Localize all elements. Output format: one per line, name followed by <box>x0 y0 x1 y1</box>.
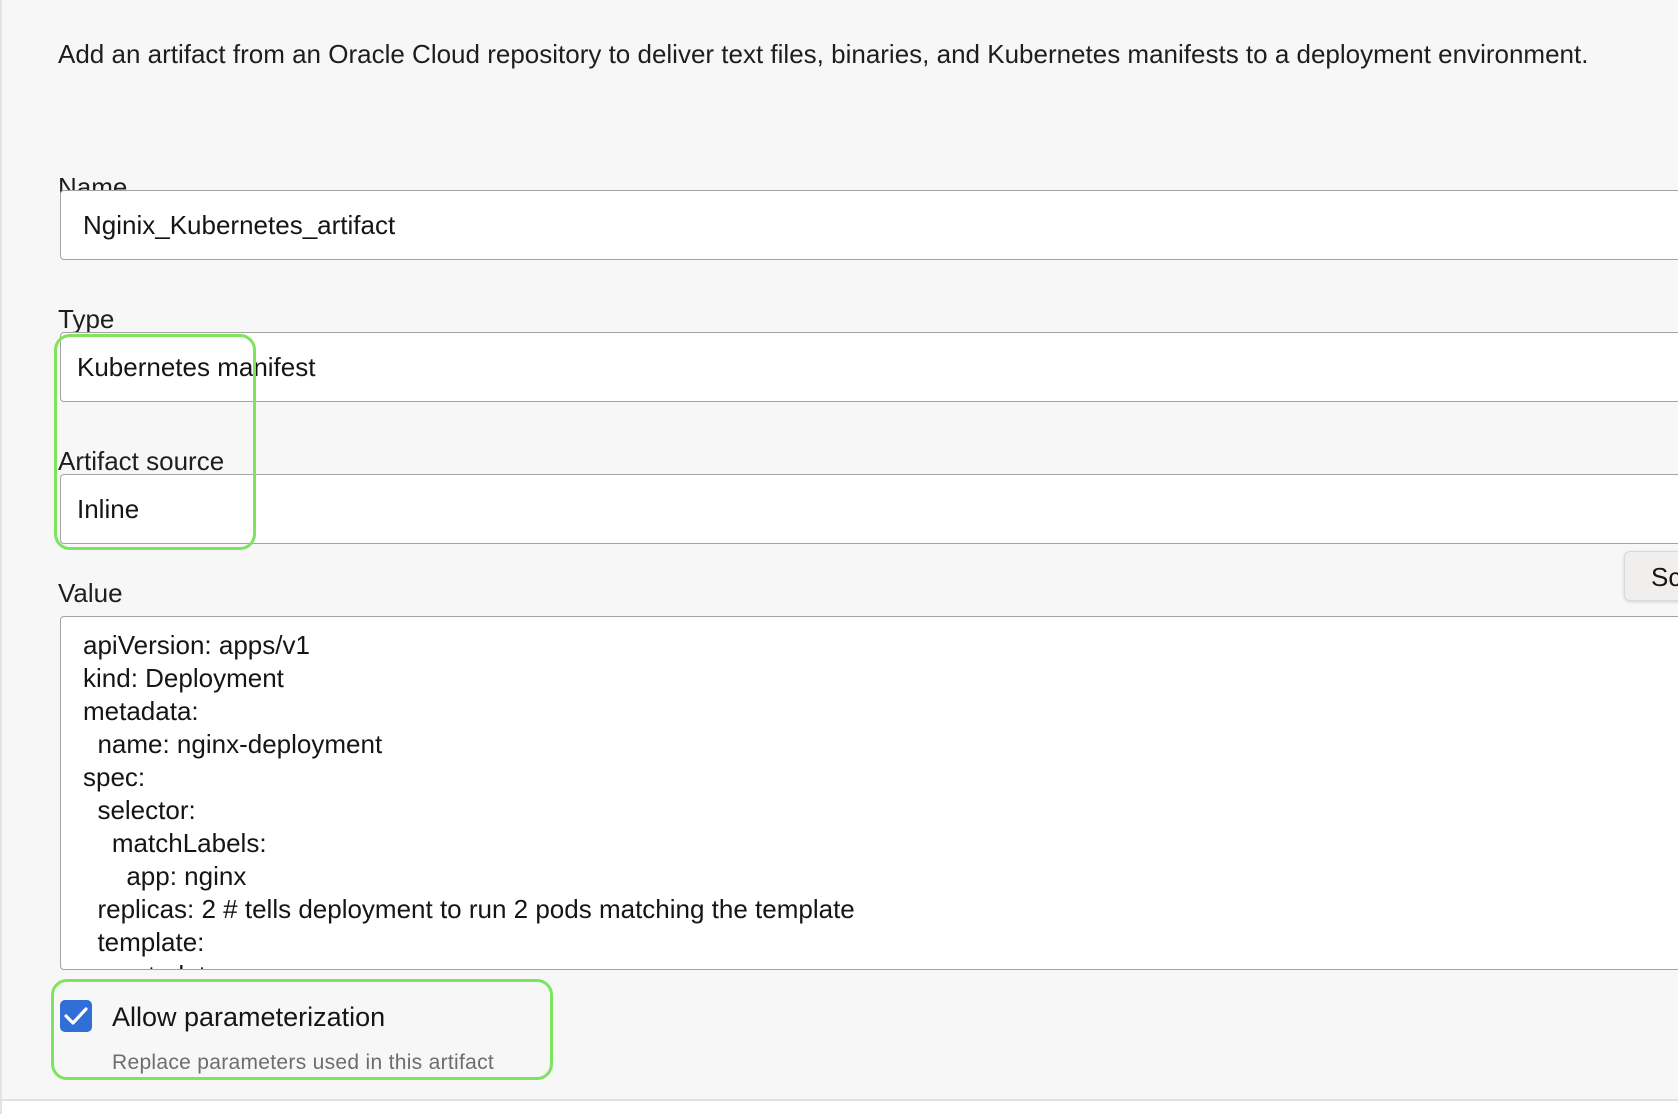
artifact-source-label: Artifact source <box>58 446 225 476</box>
value-content: apiVersion: apps/v1 kind: Deployment met… <box>83 630 855 969</box>
checkmark-icon <box>64 1007 88 1025</box>
value-label: Value <box>58 578 123 608</box>
artifact-source-select[interactable]: Inline <box>60 474 1678 544</box>
parameterization-help: Replace parameters used in this artifact <box>112 1051 495 1074</box>
parameterization-label[interactable]: Allow parameterization <box>112 1002 385 1032</box>
value-textarea[interactable]: apiVersion: apps/v1 kind: Deployment met… <box>60 616 1678 970</box>
footer-strip <box>2 1101 1678 1114</box>
artifact-form: Add an artifact from an Oracle Cloud rep… <box>0 0 1678 1114</box>
type-select[interactable]: Kubernetes manifest <box>60 332 1678 402</box>
parameterization-checkbox[interactable] <box>60 1000 92 1032</box>
side-button[interactable]: Sc <box>1624 551 1678 601</box>
type-label: Type <box>58 304 115 334</box>
form-description: Add an artifact from an Oracle Cloud rep… <box>58 39 1589 69</box>
name-input[interactable]: Nginix_Kubernetes_artifact <box>60 190 1678 260</box>
